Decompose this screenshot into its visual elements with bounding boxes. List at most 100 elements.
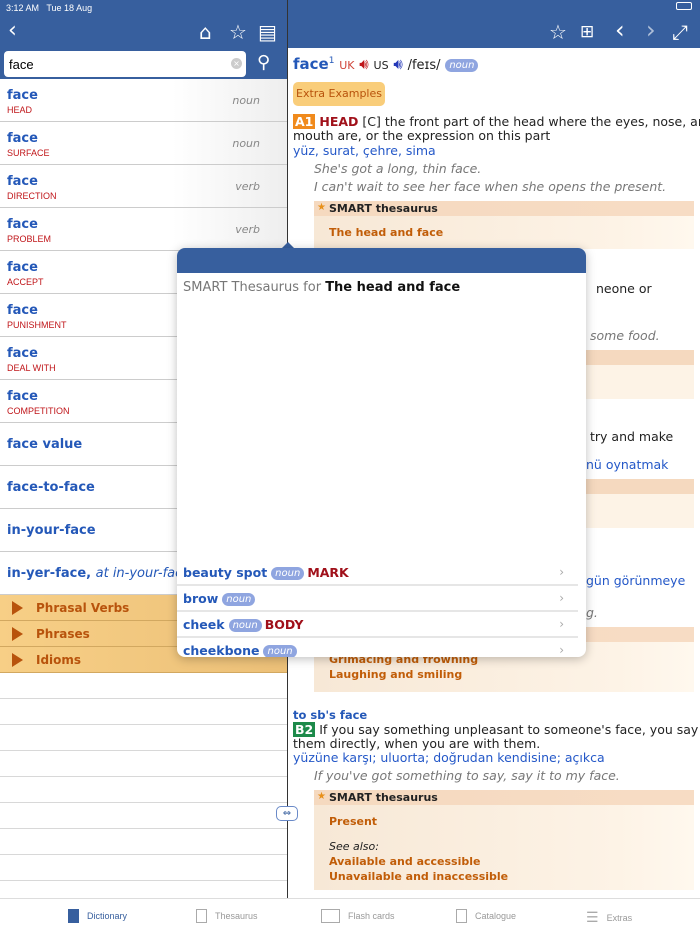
example: She's got a long, thin face.	[314, 161, 482, 176]
empty-row	[0, 751, 287, 777]
pos-badge: noun	[271, 567, 305, 580]
tab-catalogue[interactable]: Catalogue	[456, 909, 516, 923]
empty-row	[0, 673, 287, 699]
back-icon[interactable]: ‹	[8, 18, 17, 43]
tab-label: Catalogue	[475, 911, 517, 921]
empty-row	[0, 855, 287, 881]
item-word: cheekbone	[183, 643, 260, 657]
definition-cont: them directly, when you are with them.	[293, 736, 541, 751]
star-icon: ★	[317, 202, 326, 213]
thesaurus-label: SMART thesaurus	[329, 202, 438, 215]
uk-label: UK	[339, 59, 355, 72]
pos-badge: noun	[222, 593, 256, 606]
pos-badge: noun	[263, 645, 297, 657]
guideword: MARK	[307, 565, 349, 580]
entry-header: face1 UK 🔊︎ US 🔊︎ /feɪs/ noun	[293, 55, 479, 73]
star-icon[interactable]: ☆	[229, 20, 247, 44]
result-word: face	[7, 303, 38, 318]
result-word: face	[7, 88, 38, 103]
home-icon[interactable]: ⌂	[199, 20, 212, 44]
result-word: face	[7, 389, 38, 404]
result-word: face value	[7, 437, 83, 452]
result-item[interactable]: face HEAD noun	[0, 79, 287, 122]
menu-icon: ☰	[586, 909, 599, 925]
expand-triangle-icon	[12, 653, 23, 667]
thesaurus-link[interactable]: Available and accessible	[329, 855, 480, 868]
thesaurus-item[interactable]: cheekbone noun ›	[177, 638, 578, 657]
clear-icon[interactable]: ×	[231, 58, 242, 69]
expand-icon[interactable]: ⤢	[672, 20, 688, 44]
tab-thesaurus[interactable]: Thesaurus	[196, 909, 258, 923]
result-word: face	[7, 131, 38, 146]
book-icon	[68, 909, 79, 923]
result-sense: DIRECTION	[7, 191, 57, 201]
example: If you've got something to say, say it t…	[314, 768, 620, 783]
headword: face	[293, 55, 329, 73]
result-word: face	[7, 346, 38, 361]
add-flashcard-icon[interactable]: ⊞	[580, 22, 594, 42]
result-word: in-your-face	[7, 523, 96, 538]
example: I can't wait to see her face when she op…	[314, 179, 667, 194]
thesaurus-link[interactable]: Laughing and smiling	[329, 668, 462, 681]
definition: If you say something unpleasant to someo…	[319, 722, 700, 737]
item-word: beauty spot	[183, 565, 268, 580]
smart-thesaurus-box: ★ SMART thesaurus The head and face	[314, 201, 694, 249]
extra-examples-button[interactable]: Extra Examples	[293, 82, 385, 106]
level-badge: B2	[293, 722, 316, 737]
pronunciation: /feɪs/	[407, 58, 441, 73]
tab-label: Dictionary	[87, 911, 128, 921]
expand-triangle-icon	[12, 601, 23, 615]
tab-label: Extras	[606, 912, 633, 923]
text-fragment: neone or	[596, 281, 652, 296]
smart-thesaurus-box: ★ SMART thesaurus Present See also: Avail…	[314, 790, 694, 890]
result-item[interactable]: face SURFACE noun	[0, 122, 287, 165]
link-panes-icon[interactable]: ⇔	[276, 806, 298, 821]
previous-icon[interactable]: ‹	[615, 16, 625, 44]
result-pos: verb	[235, 180, 260, 193]
result-word: face	[7, 260, 38, 275]
grammar-code: [C]	[362, 114, 381, 129]
tab-label: Thesaurus	[215, 911, 258, 921]
thesaurus-link[interactable]: Unavailable and inaccessible	[329, 870, 508, 883]
thesaurus-link[interactable]: Present	[329, 815, 377, 828]
homograph-number: 1	[328, 56, 335, 66]
tab-extras[interactable]: ☰ Extras	[586, 909, 632, 926]
thesaurus-item[interactable]: brow noun ›	[177, 586, 578, 612]
search-icon[interactable]: ⚲	[257, 52, 270, 73]
pos-badge: noun	[445, 59, 479, 72]
result-pos: noun	[232, 94, 260, 107]
translation[interactable]: yüzüne karşı; uluorta; doğrudan kendisin…	[293, 750, 605, 765]
search-input[interactable]	[4, 51, 246, 77]
empty-row	[0, 699, 287, 725]
section-label: Phrasal Verbs	[36, 601, 130, 615]
result-item[interactable]: face PROBLEM verb	[0, 208, 287, 251]
tab-flash-cards[interactable]: Flash cards	[321, 909, 395, 923]
text-fragment: try and make	[590, 429, 674, 444]
item-word: brow	[183, 591, 219, 606]
history-icon[interactable]: ▤	[258, 20, 277, 44]
uk-audio-icon[interactable]: 🔊︎	[359, 55, 368, 73]
thesaurus-link[interactable]: The head and face	[329, 226, 443, 239]
us-audio-icon[interactable]: 🔊︎	[393, 55, 402, 73]
battery-icon	[676, 2, 692, 10]
thesaurus-item[interactable]: cheek noun BODY ›	[177, 612, 578, 638]
translation[interactable]: yüz, surat, çehre, sima	[293, 143, 436, 158]
tab-dictionary[interactable]: Dictionary	[68, 909, 127, 923]
empty-row	[0, 725, 287, 751]
result-sense: PROBLEM	[7, 234, 52, 244]
text-fragment: nü oynatmak	[586, 457, 669, 472]
thesaurus-item[interactable]: beauty spot noun MARK ›	[177, 560, 578, 586]
thesaurus-label: SMART thesaurus	[329, 791, 438, 804]
empty-row	[0, 803, 287, 829]
date: Tue 18 Aug	[46, 3, 93, 13]
catalogue-icon	[456, 909, 467, 923]
favorite-star-icon[interactable]: ☆	[549, 20, 567, 44]
thesaurus-icon	[196, 909, 207, 923]
pos-badge: noun	[228, 619, 262, 632]
next-icon[interactable]: ›	[646, 16, 656, 44]
item-word: cheek	[183, 617, 225, 632]
section-label: Phrases	[36, 627, 90, 641]
idiom-heading: to sb's face	[293, 708, 368, 722]
text-fragment: g.	[586, 605, 598, 620]
result-item[interactable]: face DIRECTION verb	[0, 165, 287, 208]
